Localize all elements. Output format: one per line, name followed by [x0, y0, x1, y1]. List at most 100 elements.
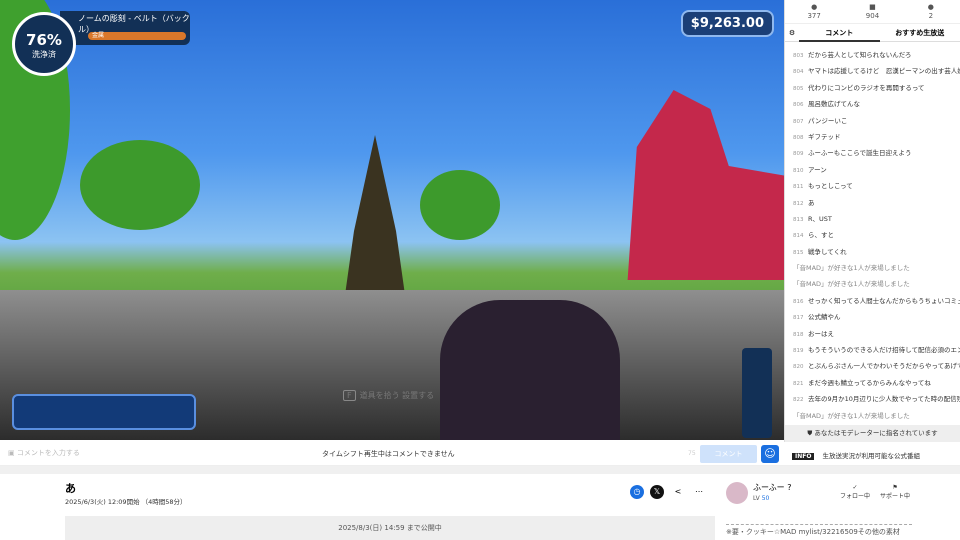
ads-stat: ● 2 [902, 0, 960, 23]
comment-row[interactable]: 819 もうそういうのできる人だけ招待して配信必須のエンタ [785, 342, 960, 358]
comment-icon: ▣ [8, 449, 17, 457]
comment-number: 818 [793, 331, 804, 338]
comment-number: 806 [793, 102, 804, 109]
comment-row[interactable]: 803 だから芸人として知られないんだろ [785, 47, 960, 63]
ad-icon: ● [927, 3, 934, 11]
money-display: $9,263.00 [680, 10, 774, 37]
comment-input[interactable]: ▣ コメントを入力する [8, 448, 80, 458]
tab-comments[interactable]: コメント [799, 24, 880, 42]
panel-tabs: ⚙ コメント おすすめ生放送 [785, 24, 960, 42]
program-title: あ [65, 482, 76, 495]
comment-row[interactable]: 805 代わりにコンビのラジオを再開するって [785, 80, 960, 96]
support-button[interactable]: ⚑ サポート中 [880, 484, 910, 500]
hint-text: 道具を拾う 設置する [359, 391, 435, 400]
comment-number: 813 [793, 216, 804, 223]
comment-text: だから芸人として知られないんだろ [808, 51, 912, 59]
comment-number: 819 [793, 348, 804, 355]
x-share-icon[interactable]: 𝕏 [650, 485, 664, 499]
comment-row[interactable]: 810 アーン [785, 162, 960, 178]
comment-row[interactable]: 820 とぷんらぷさん一人でかわいそうだからやってあげて [785, 358, 960, 374]
comment-number: 815 [793, 249, 804, 256]
comment-text: パンジーいこ [808, 116, 848, 125]
level-value: 50 [761, 495, 770, 502]
comment-number: 807 [793, 118, 804, 125]
comment-number: 816 [793, 298, 804, 305]
comment-text: まだ今週も鯖立ってるからみんなやってね [808, 378, 931, 387]
comment-number: 822 [793, 397, 804, 404]
comment-text: 「音MAD」が好きな1人が来場しました [793, 411, 910, 420]
comment-row[interactable]: 「音MAD」が好きな1人が来場しました [785, 276, 960, 292]
comment-row[interactable]: 815 戦争してくれ [785, 244, 960, 260]
comment-row[interactable]: 812 あ [785, 195, 960, 211]
comment-number: 810 [793, 167, 804, 174]
flag-icon: ⚑ [892, 484, 898, 491]
level-label: LV [753, 495, 760, 502]
check-icon: ✓ [852, 484, 858, 491]
comment-row[interactable]: 822 去年の9月か10月辺りに少人数でやってた時の配信残っ [785, 391, 960, 407]
video-player[interactable]: ノームの彫刻 - ベルト（バックル） 金属 76% 洗浄済 $9,263.00 … [0, 0, 784, 440]
comment-text: 公式鯖やん [808, 313, 841, 322]
comment-number: 814 [793, 233, 804, 240]
comment-number: 808 [793, 134, 804, 141]
more-icon[interactable]: ⋯ [692, 485, 706, 499]
comments-count: 904 [865, 12, 880, 20]
comment-row[interactable]: 808 ギフテッド [785, 129, 960, 145]
comment-submit-button[interactable]: コメント [700, 445, 757, 463]
gnome-statue [345, 135, 405, 295]
comment-text: R、UST [808, 214, 832, 223]
program-info: あ 2025/6/3(火) 12:09開始 （4時間58分） 2025/8/3(… [0, 474, 960, 540]
viewers-stat: ● 377 [785, 0, 843, 23]
info-bar: INFO 生放送実況が利用可能な公式番組 [792, 450, 920, 460]
object-title: ノームの彫刻 - ベルト（バックル） [78, 14, 190, 34]
comment-row[interactable]: 809 ふーふーもここらで誕生日迎えよう [785, 145, 960, 161]
public-until: 2025/8/3(日) 14:59 まで公開中 [65, 516, 715, 540]
comment-text: ヤマトは応援してるけど 忍漢ピーマンの出す芸人嫌い [808, 67, 960, 76]
cleanliness-label: 洗浄済 [32, 50, 56, 59]
share-icon[interactable]: < [671, 485, 685, 499]
help-icon: ? [787, 483, 792, 492]
comment-row[interactable]: 813 R、UST [785, 211, 960, 227]
broadcaster-name[interactable]: ふーふー ? [753, 482, 791, 493]
comment-row[interactable]: 811 もっとしこって [785, 178, 960, 194]
comment-text: ふーふーもここらで誕生日迎えよう [808, 149, 912, 158]
person-icon: ● [811, 3, 818, 11]
comment-text: アーン [808, 165, 827, 174]
comment-text: ら、すと [808, 231, 834, 240]
comment-text: もっとしこって [808, 182, 853, 191]
clock-icon[interactable]: ◷ [630, 485, 644, 499]
comment-row[interactable]: 「音MAD」が好きな1人が来場しました [785, 260, 960, 276]
info-badge: INFO [792, 453, 815, 460]
comment-row[interactable]: 821 まだ今週も鯖立ってるからみんなやってね [785, 375, 960, 391]
moderator-text: あなたはモデレーターに指名されています [814, 429, 938, 437]
cleanliness-gauge: 76% 洗浄済 [12, 12, 76, 76]
comment-row[interactable]: 804 ヤマトは応援してるけど 忍漢ピーマンの出す芸人嫌い [785, 63, 960, 79]
tab-recommended[interactable]: おすすめ生放送 [880, 24, 960, 42]
comment-text: とぷんらぷさん一人でかわいそうだからやってあげて [808, 362, 960, 371]
comment-row[interactable]: 818 おーはえ [785, 326, 960, 342]
follow-label: フォロー中 [840, 493, 871, 500]
comment-row[interactable]: 806 風呂敷広げてんな [785, 96, 960, 112]
comment-text: もうそういうのできる人だけ招待して配信必須のエンタ [808, 346, 960, 355]
comment-text: 去年の9月か10月辺りに少人数でやってた時の配信残っ [808, 395, 960, 404]
comment-placeholder: コメントを入力する [16, 449, 80, 457]
settings-icon[interactable]: ⚙ [785, 29, 799, 37]
comment-row[interactable]: 807 パンジーいこ [785, 113, 960, 129]
comment-list[interactable]: 803 だから芸人として知られないんだろ 804 ヤマトは応援してるけど 忍漢ピーマン… [785, 42, 960, 425]
material-label: 金属 [92, 32, 105, 39]
material-bar: 金属 [88, 32, 186, 40]
comment-row[interactable]: 816 せっかく知ってる人間士なんだからもうちょいコミュニ [785, 293, 960, 309]
broadcaster-level: LV 50 [753, 495, 769, 502]
comments-stat: ■ 904 [843, 0, 901, 23]
pressure-washer [440, 300, 620, 440]
tool-selector [12, 394, 196, 430]
follow-button[interactable]: ✓ フォロー中 [840, 484, 870, 500]
comment-row[interactable]: 「音MAD」が好きな1人が来場しました [785, 408, 960, 424]
comment-row[interactable]: 817 公式鯖やん [785, 309, 960, 325]
viewers-count: 377 [807, 12, 821, 20]
comment-text: おーはえ [808, 329, 834, 338]
timeshift-notice: タイムシフト再生中はコメントできません [322, 450, 455, 458]
emoji-button[interactable]: ☺ [761, 445, 779, 463]
comment-number: 812 [793, 200, 804, 207]
avatar[interactable] [726, 482, 748, 504]
comment-row[interactable]: 814 ら、すと [785, 227, 960, 243]
